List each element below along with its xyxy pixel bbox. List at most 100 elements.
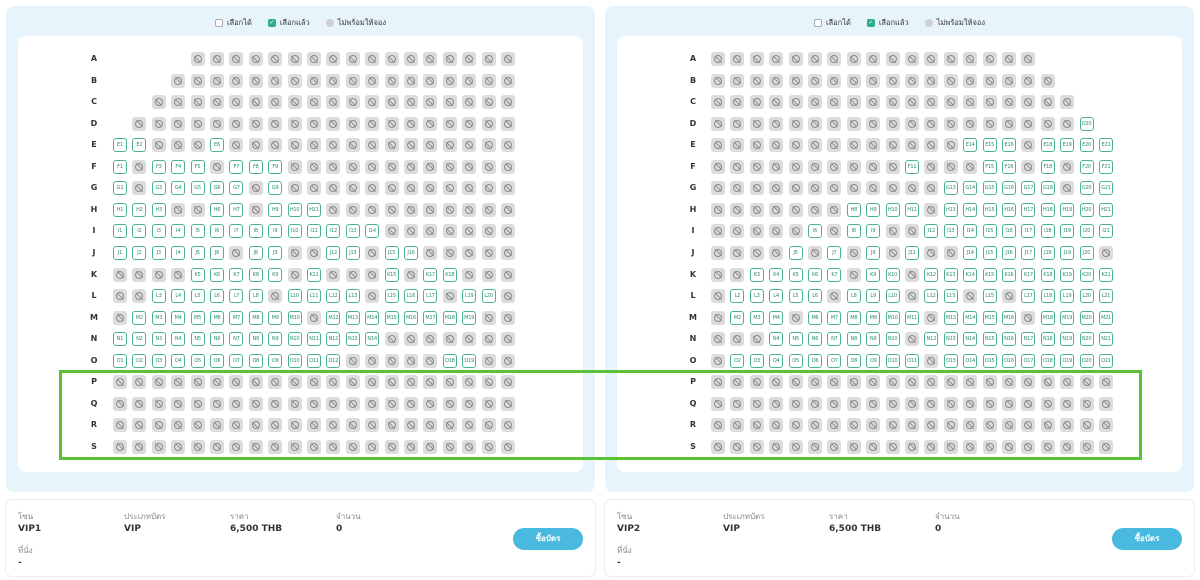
- seat-j15[interactable]: J15: [384, 245, 399, 260]
- seat-i13[interactable]: I13: [345, 224, 360, 239]
- seat-o7[interactable]: O7: [827, 353, 842, 368]
- seat-m16[interactable]: M16: [1002, 310, 1016, 325]
- seat-h19[interactable]: H19: [1060, 202, 1075, 217]
- seat-k15[interactable]: K15: [982, 267, 997, 282]
- seat-n14[interactable]: N14: [963, 332, 978, 347]
- seat-i1[interactable]: I1: [113, 224, 127, 239]
- seat-l9[interactable]: L9: [866, 289, 881, 304]
- seat-g17[interactable]: G17: [1021, 181, 1036, 196]
- seat-e14[interactable]: E14: [963, 138, 978, 153]
- seat-i17[interactable]: I17: [1021, 224, 1036, 239]
- seat-k16[interactable]: K16: [1002, 267, 1016, 282]
- seat-k20[interactable]: K20: [1079, 267, 1094, 282]
- seat-n2[interactable]: N2: [132, 332, 147, 347]
- seat-o16[interactable]: O16: [1002, 353, 1016, 368]
- seat-e6[interactable]: E6: [210, 138, 224, 153]
- seat-d20[interactable]: D20: [1079, 116, 1094, 131]
- seat-l4[interactable]: L4: [171, 289, 186, 304]
- seat-k7[interactable]: K7: [229, 267, 244, 282]
- seat-l15[interactable]: L15: [384, 289, 399, 304]
- seat-g9[interactable]: G9: [268, 181, 283, 196]
- seat-l20[interactable]: L20: [1079, 289, 1094, 304]
- seat-o3[interactable]: O3: [151, 353, 166, 368]
- seat-m15[interactable]: M15: [384, 310, 399, 325]
- seat-j18[interactable]: J18: [1040, 245, 1055, 260]
- seat-o13[interactable]: O13: [943, 353, 958, 368]
- seat-k5[interactable]: K5: [788, 267, 803, 282]
- seat-h8[interactable]: H8: [846, 202, 861, 217]
- seat-l2[interactable]: L2: [730, 289, 745, 304]
- seat-i9[interactable]: I9: [866, 224, 881, 239]
- seat-j19[interactable]: J19: [1060, 245, 1075, 260]
- seat-h10[interactable]: H10: [885, 202, 900, 217]
- seat-l16[interactable]: L16: [404, 289, 418, 304]
- seat-o21[interactable]: O21: [1099, 353, 1113, 368]
- seat-e16[interactable]: E16: [1002, 138, 1016, 153]
- seat-e15[interactable]: E15: [982, 138, 997, 153]
- seat-m19[interactable]: M19: [462, 310, 477, 325]
- seat-f15[interactable]: F15: [982, 159, 997, 174]
- seat-l15[interactable]: L15: [982, 289, 997, 304]
- seat-j14[interactable]: J14: [963, 245, 978, 260]
- seat-i13[interactable]: I13: [943, 224, 958, 239]
- seat-n5[interactable]: N5: [190, 332, 205, 347]
- seat-f21[interactable]: F21: [1099, 159, 1113, 174]
- seat-i12[interactable]: I12: [924, 224, 939, 239]
- seat-f5[interactable]: F5: [190, 159, 205, 174]
- seat-l8[interactable]: L8: [248, 289, 263, 304]
- seat-g6[interactable]: G6: [210, 181, 224, 196]
- seat-f8[interactable]: F8: [248, 159, 263, 174]
- seat-l5[interactable]: L5: [190, 289, 205, 304]
- seat-k13[interactable]: K13: [943, 267, 958, 282]
- seat-j4[interactable]: J4: [171, 245, 186, 260]
- seat-o18[interactable]: O18: [1040, 353, 1055, 368]
- seat-l11[interactable]: L11: [307, 289, 321, 304]
- seat-j13[interactable]: J13: [345, 245, 360, 260]
- seat-i15[interactable]: I15: [982, 224, 997, 239]
- seat-f18[interactable]: F18: [1040, 159, 1055, 174]
- seat-g18[interactable]: G18: [1040, 181, 1055, 196]
- seat-j5[interactable]: J5: [788, 245, 803, 260]
- seat-i19[interactable]: I19: [1060, 224, 1075, 239]
- seat-o6[interactable]: O6: [210, 353, 224, 368]
- seat-k6[interactable]: K6: [210, 267, 224, 282]
- seat-g7[interactable]: G7: [229, 181, 244, 196]
- seat-k21[interactable]: K21: [1099, 267, 1113, 282]
- seat-n13[interactable]: N13: [943, 332, 958, 347]
- seat-i8[interactable]: I8: [248, 224, 263, 239]
- seat-o12[interactable]: O12: [326, 353, 341, 368]
- seat-o15[interactable]: O15: [982, 353, 997, 368]
- seat-l12[interactable]: L12: [326, 289, 341, 304]
- seat-o18[interactable]: O18: [442, 353, 457, 368]
- seat-n16[interactable]: N16: [1002, 332, 1016, 347]
- seat-h1[interactable]: H1: [113, 202, 127, 217]
- seat-k14[interactable]: K14: [963, 267, 978, 282]
- seat-m8[interactable]: M8: [846, 310, 861, 325]
- seat-h14[interactable]: H14: [963, 202, 978, 217]
- seat-j17[interactable]: J17: [1021, 245, 1036, 260]
- seat-k18[interactable]: K18: [442, 267, 457, 282]
- seat-f16[interactable]: F16: [1002, 159, 1016, 174]
- seat-m18[interactable]: M18: [442, 310, 457, 325]
- seat-k18[interactable]: K18: [1040, 267, 1055, 282]
- seat-m9[interactable]: M9: [268, 310, 283, 325]
- seat-m5[interactable]: M5: [190, 310, 205, 325]
- seat-i8[interactable]: I8: [846, 224, 861, 239]
- seat-m18[interactable]: M18: [1040, 310, 1055, 325]
- seat-n21[interactable]: N21: [1099, 332, 1113, 347]
- seat-o14[interactable]: O14: [963, 353, 978, 368]
- seat-f20[interactable]: F20: [1079, 159, 1094, 174]
- seat-k15[interactable]: K15: [384, 267, 399, 282]
- seat-h20[interactable]: H20: [1079, 202, 1094, 217]
- seat-m15[interactable]: M15: [982, 310, 997, 325]
- seat-m17[interactable]: M17: [423, 310, 438, 325]
- seat-l17[interactable]: L17: [423, 289, 438, 304]
- seat-o4[interactable]: O4: [171, 353, 186, 368]
- seat-k17[interactable]: K17: [1021, 267, 1036, 282]
- seat-i9[interactable]: I9: [268, 224, 283, 239]
- seat-m21[interactable]: M21: [1099, 310, 1113, 325]
- seat-o2[interactable]: O2: [132, 353, 147, 368]
- seat-n1[interactable]: N1: [113, 332, 127, 347]
- seat-k10[interactable]: K10: [885, 267, 900, 282]
- seat-g5[interactable]: G5: [190, 181, 205, 196]
